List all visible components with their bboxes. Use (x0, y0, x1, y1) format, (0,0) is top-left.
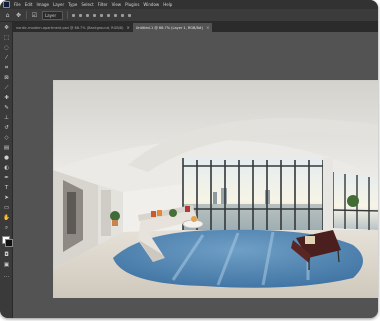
hand-icon[interactable]: ✋ (3, 215, 10, 222)
brush-icon[interactable]: ✎ (3, 105, 10, 112)
move-tool-preset-icon[interactable]: ✥ (15, 12, 22, 19)
menu-bar: File Edit Image Layer Type Select Filter… (0, 0, 378, 9)
more-tools-icon[interactable]: ⋯ (3, 274, 10, 281)
align-middle-icon[interactable] (107, 13, 110, 17)
dodge-icon[interactable]: ◐ (3, 165, 10, 172)
marquee-icon[interactable]: ⬚ (3, 35, 10, 42)
auto-select-target-dropdown[interactable]: Layer (42, 10, 63, 20)
spot-heal-icon[interactable]: ✚ (3, 95, 10, 102)
tab-document-2[interactable]: Untitled-1 @ 66.7% (Layer 1, RGB/8#) × (132, 23, 213, 32)
menu-file[interactable]: File (14, 0, 21, 9)
menu-type[interactable]: Type (68, 0, 77, 9)
clone-stamp-icon[interactable]: ⊥ (3, 115, 10, 122)
show-transform-controls-icon[interactable] (72, 13, 75, 17)
screen-mode-icon[interactable]: ▣ (3, 262, 10, 269)
rectangle-icon[interactable]: ▭ (3, 205, 10, 212)
menu-edit[interactable]: Edit (25, 0, 33, 9)
path-select-icon[interactable]: ➤ (3, 195, 10, 202)
crop-icon[interactable]: ⌗ (3, 65, 10, 72)
align-bottom-icon[interactable] (114, 13, 117, 17)
home-icon[interactable]: ⌂ (4, 12, 11, 19)
history-brush-icon[interactable]: ↺ (3, 125, 10, 132)
photoshop-window: File Edit Image Layer Type Select Filter… (0, 0, 378, 318)
menu-window[interactable]: Window (143, 0, 159, 9)
menu-layer[interactable]: Layer (53, 0, 64, 9)
tab-label: nordic-modern-apartment.psd @ 66.7% (Bac… (16, 25, 124, 30)
gradient-icon[interactable]: ▤ (3, 145, 10, 152)
align-right-icon[interactable] (93, 13, 96, 17)
move-icon[interactable]: ✥ (3, 25, 10, 32)
align-left-icon[interactable] (79, 13, 82, 17)
pen-icon[interactable]: ✒ (3, 175, 10, 182)
close-icon[interactable]: × (127, 25, 130, 30)
lasso-icon[interactable]: ◌ (3, 45, 10, 52)
options-divider (67, 11, 68, 19)
tab-document-1[interactable]: nordic-modern-apartment.psd @ 66.7% (Bac… (13, 23, 133, 32)
distribute-icon[interactable] (121, 13, 124, 17)
menu-help[interactable]: Help (163, 0, 172, 9)
options-bar: ⌂ ✥ ☑ Layer (0, 9, 378, 22)
blur-icon[interactable]: ● (3, 155, 10, 162)
tab-label: Untitled-1 @ 66.7% (Layer 1, RGB/8#) (135, 25, 204, 30)
menu-image[interactable]: Image (36, 0, 49, 9)
align-center-icon[interactable] (86, 13, 89, 17)
menu-plugins[interactable]: Plugins (125, 0, 139, 9)
quick-select-icon[interactable]: ⁄ (3, 55, 10, 62)
quick-mask-icon[interactable]: ◘ (3, 252, 10, 259)
frame-icon[interactable]: ⊠ (3, 75, 10, 82)
options-divider (26, 11, 27, 19)
background-color-swatch[interactable] (5, 239, 13, 247)
menu-filter[interactable]: Filter (98, 0, 108, 9)
tools-panel: ✥ ⬚ ◌ ⁄ ⌗ ⊠ ⟋ ✚ ✎ ⊥ ↺ ◇ ▤ ● ◐ ✒ T ➤ ▭ ✋ … (0, 22, 13, 318)
eyedropper-icon[interactable]: ⟋ (3, 85, 10, 92)
zoom-icon[interactable]: ⌕ (3, 225, 10, 232)
menu-select[interactable]: Select (81, 0, 93, 9)
photoshop-logo-icon (3, 1, 10, 8)
align-top-icon[interactable] (100, 13, 103, 17)
eraser-icon[interactable]: ◇ (3, 135, 10, 142)
panorama-interior-photo[interactable] (53, 80, 378, 298)
document-tabs: nordic-modern-apartment.psd @ 66.7% (Bac… (13, 22, 378, 32)
more-options-icon[interactable] (128, 13, 131, 17)
type-icon[interactable]: T (3, 185, 10, 192)
close-icon[interactable]: × (206, 25, 209, 30)
auto-select-checkbox-icon[interactable]: ☑ (31, 12, 38, 19)
menu-view[interactable]: View (112, 0, 122, 9)
